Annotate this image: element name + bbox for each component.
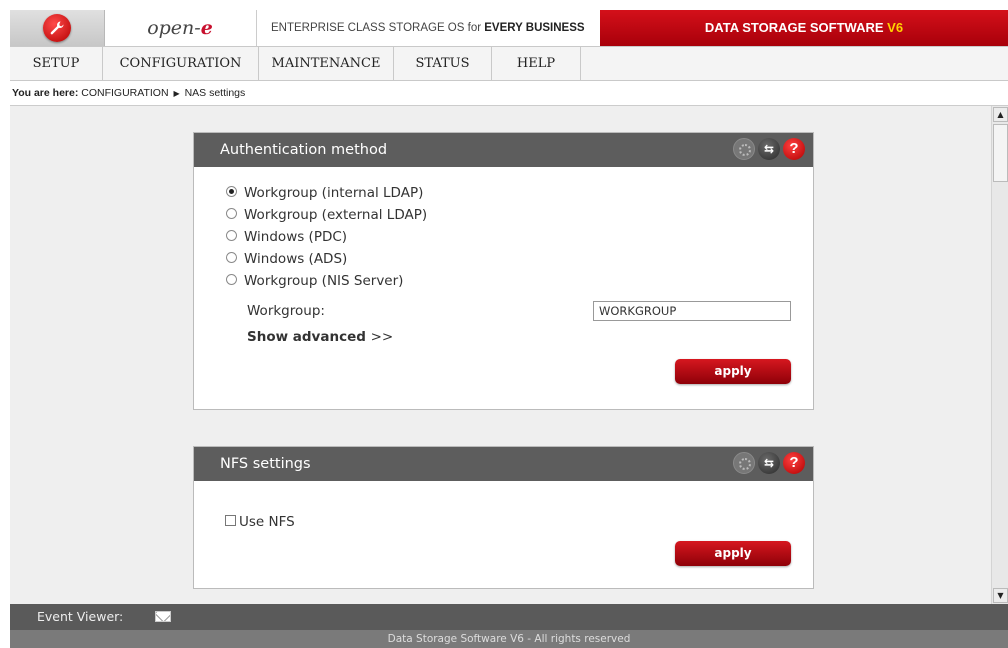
scroll-up-arrow-icon[interactable]: ▲ <box>993 107 1008 122</box>
auth-panel-tools: ⇆ ? <box>733 138 805 162</box>
help-icon[interactable]: ? <box>783 138 805 160</box>
radio-button[interactable] <box>226 207 237 219</box>
home-logo-button[interactable] <box>10 10 105 46</box>
auth-panel-title: Authentication method <box>220 142 388 158</box>
radio-label: Workgroup (NIS Server) <box>244 273 404 289</box>
use-nfs-checkbox[interactable] <box>225 514 236 526</box>
breadcrumb: You are here: CONFIGURATION ▶ NAS settin… <box>10 81 1008 106</box>
event-viewer-label: Event Viewer: <box>37 609 124 624</box>
radio-button[interactable] <box>226 185 237 197</box>
radio-label: Workgroup (external LDAP) <box>244 207 428 223</box>
vertical-scrollbar[interactable]: ▲ ▼ <box>991 106 1008 604</box>
radio-button[interactable] <box>226 251 237 263</box>
main-content: Authentication method ⇆ ? Workgroup (int… <box>10 106 991 604</box>
auth-method-panel: Authentication method ⇆ ? Workgroup (int… <box>193 132 814 410</box>
use-nfs-label: Use NFS <box>239 514 295 530</box>
settings-gear-icon[interactable] <box>733 452 755 474</box>
tagline: ENTERPRISE CLASS STORAGE OS for EVERY BU… <box>256 10 601 46</box>
header: open-e ENTERPRISE CLASS STORAGE OS for E… <box>10 10 1008 47</box>
breadcrumb-item-configuration[interactable]: CONFIGURATION <box>81 87 168 99</box>
brand-logo: open-e <box>147 17 213 39</box>
menu-setup[interactable]: SETUP <box>10 47 103 80</box>
auth-panel-header: Authentication method ⇆ ? <box>194 133 813 167</box>
breadcrumb-prefix: You are here: <box>12 87 79 99</box>
show-advanced-arrows: >> <box>370 329 394 345</box>
tagline-bold: EVERY BUSINESS <box>484 22 585 34</box>
radio-workgroup-external-ldap[interactable]: Workgroup (external LDAP) <box>226 205 427 225</box>
radio-workgroup-nis[interactable]: Workgroup (NIS Server) <box>226 271 403 291</box>
radio-button[interactable] <box>226 229 237 241</box>
menu-status[interactable]: STATUS <box>394 47 492 80</box>
nfs-panel-title: NFS settings <box>220 456 311 472</box>
event-viewer-bar: Event Viewer: <box>10 604 1008 630</box>
workgroup-input[interactable]: WORKGROUP <box>593 301 791 321</box>
nfs-settings-panel: NFS settings ⇆ ? Use NFS apply <box>193 446 814 589</box>
help-icon[interactable]: ? <box>783 452 805 474</box>
menu-configuration[interactable]: CONFIGURATION <box>103 47 259 80</box>
nfs-panel-tools: ⇆ ? <box>733 452 805 476</box>
show-advanced-link[interactable]: Show advanced >> <box>247 329 393 345</box>
radio-button[interactable] <box>226 273 237 285</box>
breadcrumb-arrow-icon: ▶ <box>173 89 180 98</box>
radio-label: Windows (PDC) <box>244 229 348 245</box>
auth-apply-button[interactable]: apply <box>675 359 791 384</box>
copyright-footer: Data Storage Software V6 - All rights re… <box>10 630 1008 648</box>
refresh-icon[interactable]: ⇆ <box>758 452 780 474</box>
radio-windows-ads[interactable]: Windows (ADS) <box>226 249 347 269</box>
settings-gear-icon[interactable] <box>733 138 755 160</box>
wrench-icon <box>43 14 71 42</box>
scroll-down-arrow-icon[interactable]: ▼ <box>993 588 1008 603</box>
tagline-text: ENTERPRISE CLASS STORAGE OS for <box>271 22 485 34</box>
menu-help[interactable]: HELP <box>492 47 581 80</box>
main-menu: SETUP CONFIGURATION MAINTENANCE STATUS H… <box>10 47 1008 81</box>
radio-label: Workgroup (internal LDAP) <box>244 185 424 201</box>
scrollbar-thumb[interactable] <box>993 124 1008 182</box>
show-advanced-text: Show advanced <box>247 329 366 345</box>
app-window: open-e ENTERPRISE CLASS STORAGE OS for E… <box>10 10 1008 648</box>
nfs-apply-button[interactable]: apply <box>675 541 791 566</box>
nfs-panel-header: NFS settings ⇆ ? <box>194 447 813 481</box>
refresh-icon[interactable]: ⇆ <box>758 138 780 160</box>
menu-maintenance[interactable]: MAINTENANCE <box>259 47 394 80</box>
breadcrumb-item-nas-settings: NAS settings <box>184 87 246 99</box>
workgroup-label: Workgroup: <box>247 303 325 319</box>
radio-workgroup-internal-ldap[interactable]: Workgroup (internal LDAP) <box>226 183 423 203</box>
use-nfs-option[interactable]: Use NFS <box>225 514 295 530</box>
radio-label: Windows (ADS) <box>244 251 348 267</box>
mail-envelope-icon[interactable] <box>155 611 171 622</box>
product-title: DATA STORAGE SOFTWARE V6 <box>600 10 1008 46</box>
radio-windows-pdc[interactable]: Windows (PDC) <box>226 227 347 247</box>
product-version: V6 <box>887 20 904 35</box>
